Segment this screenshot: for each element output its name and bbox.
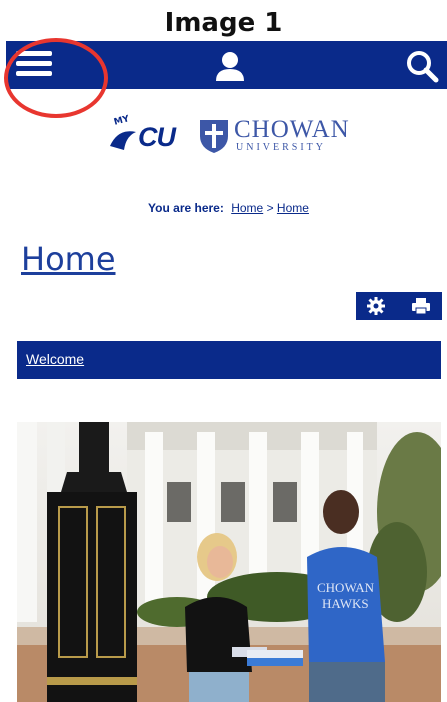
chowan-shield-icon: [198, 118, 230, 154]
printer-icon[interactable]: [411, 296, 431, 316]
page-tools: [356, 292, 442, 320]
chowan-university-logo[interactable]: CHOWAN UNIVERSITY: [234, 117, 350, 154]
welcome-link[interactable]: Welcome: [26, 351, 84, 367]
mycu-logo[interactable]: MY CU: [108, 114, 180, 156]
breadcrumb-home-link[interactable]: Home: [231, 201, 263, 215]
user-icon[interactable]: [212, 48, 248, 84]
campus-photo: CHOWAN HAWKS: [17, 422, 441, 702]
breadcrumb-separator: >: [266, 201, 274, 215]
breadcrumb-current-link[interactable]: Home: [277, 201, 309, 215]
svg-text:HAWKS: HAWKS: [322, 596, 369, 611]
welcome-bar: Welcome: [17, 341, 441, 379]
gear-icon[interactable]: [366, 296, 386, 316]
breadcrumb-label: You are here:: [148, 201, 224, 215]
breadcrumb: You are here: Home > Home: [0, 201, 447, 215]
svg-text:CHOWAN: CHOWAN: [317, 580, 375, 595]
image-caption: Image 1: [164, 8, 283, 38]
search-icon[interactable]: [405, 49, 439, 83]
annotation-circle: [4, 38, 108, 118]
page-title[interactable]: Home: [21, 240, 116, 278]
logo-row: MY CU CHOWAN UNIVERSITY: [108, 114, 353, 156]
